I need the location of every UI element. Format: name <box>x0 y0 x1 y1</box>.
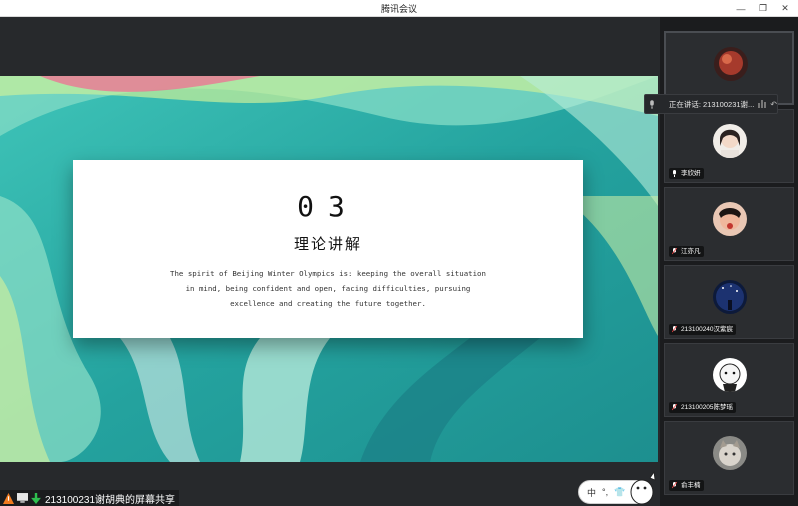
participant-name: 213100205陈梦瑶 <box>669 402 737 413</box>
slide-body-line: excellence and creating the future toget… <box>230 299 426 308</box>
download-arrow-icon <box>30 492 42 504</box>
participant-tile[interactable]: 江亦凡 <box>664 187 794 261</box>
audio-wave-icon <box>758 100 767 108</box>
participant-avatar <box>713 202 747 236</box>
window-title: 腾讯会议 <box>380 4 417 14</box>
slide-body-text: The spirit of Beijing Winter Olympics is… <box>163 266 493 311</box>
participant-avatar <box>713 436 747 470</box>
participant-tile[interactable]: 213100240汉紫宸 <box>664 265 794 339</box>
shared-screen: 03 理论讲解 The spirit of Beijing Winter Oly… <box>0 17 660 506</box>
participant-avatar <box>713 358 747 392</box>
microphone-muted-icon <box>672 326 677 333</box>
speaking-indicator: 正在讲话: 213100231谢... ↶ <box>644 94 778 114</box>
slide-body-line: The spirit of Beijing Winter Olympics is… <box>170 269 486 278</box>
microphone-muted-icon <box>672 482 677 489</box>
presentation-slide: 03 理论讲解 The spirit of Beijing Winter Oly… <box>0 76 658 462</box>
ime-punctuation-toggle[interactable]: °, <box>602 487 608 497</box>
screen-share-label: 213100231谢胡典的屏幕共享 <box>45 494 176 506</box>
participant-avatar <box>714 47 748 81</box>
restore-button[interactable]: ❐ <box>752 0 774 17</box>
slide-card: 03 理论讲解 The spirit of Beijing Winter Oly… <box>73 160 583 338</box>
minimize-button[interactable]: — <box>730 0 752 17</box>
microphone-icon <box>645 99 659 109</box>
collapse-arrow-icon[interactable]: ↶ <box>770 100 777 109</box>
microphone-muted-icon <box>672 404 677 411</box>
screen-share-icon <box>16 492 28 504</box>
participant-tile[interactable]: 李欣妍 <box>664 109 794 183</box>
participant-name: 213100240汉紫宸 <box>669 324 737 335</box>
participant-tile[interactable]: 俞丰楠 <box>664 421 794 495</box>
participant-name: 江亦凡 <box>669 246 704 257</box>
microphone-icon <box>673 170 676 177</box>
screen-share-status: 213100231谢胡典的屏幕共享 <box>0 490 180 506</box>
participant-name: 俞丰楠 <box>669 480 704 491</box>
microphone-muted-icon <box>672 248 677 255</box>
close-button[interactable]: ✕ <box>774 0 796 17</box>
participant-name: 李欣妍 <box>669 168 704 179</box>
participant-avatar <box>713 280 747 314</box>
speaking-text: 正在讲话: 213100231谢... <box>668 99 755 109</box>
warning-icon <box>2 492 14 504</box>
participant-tile[interactable]: 213100205陈梦瑶 <box>664 343 794 417</box>
ime-language-toggle[interactable]: 中 <box>587 486 596 499</box>
participant-panel: 李欣妍 江亦凡 213100240汉紫宸 213100205陈梦瑶 俞丰楠 <box>660 17 798 506</box>
slide-heading: 理论讲解 <box>293 235 362 253</box>
ime-mascot-icon[interactable] <box>624 470 658 506</box>
slide-section-number: 03 <box>297 190 359 223</box>
title-bar: 腾讯会议 — ❐ ✕ <box>0 0 798 17</box>
slide-body-line: in mind, being confident and open, facin… <box>185 284 471 293</box>
meeting-window: 腾讯会议 — ❐ ✕ 03 理论讲解 The spirit of Beijing… <box>0 0 798 506</box>
participant-avatar <box>713 124 747 158</box>
